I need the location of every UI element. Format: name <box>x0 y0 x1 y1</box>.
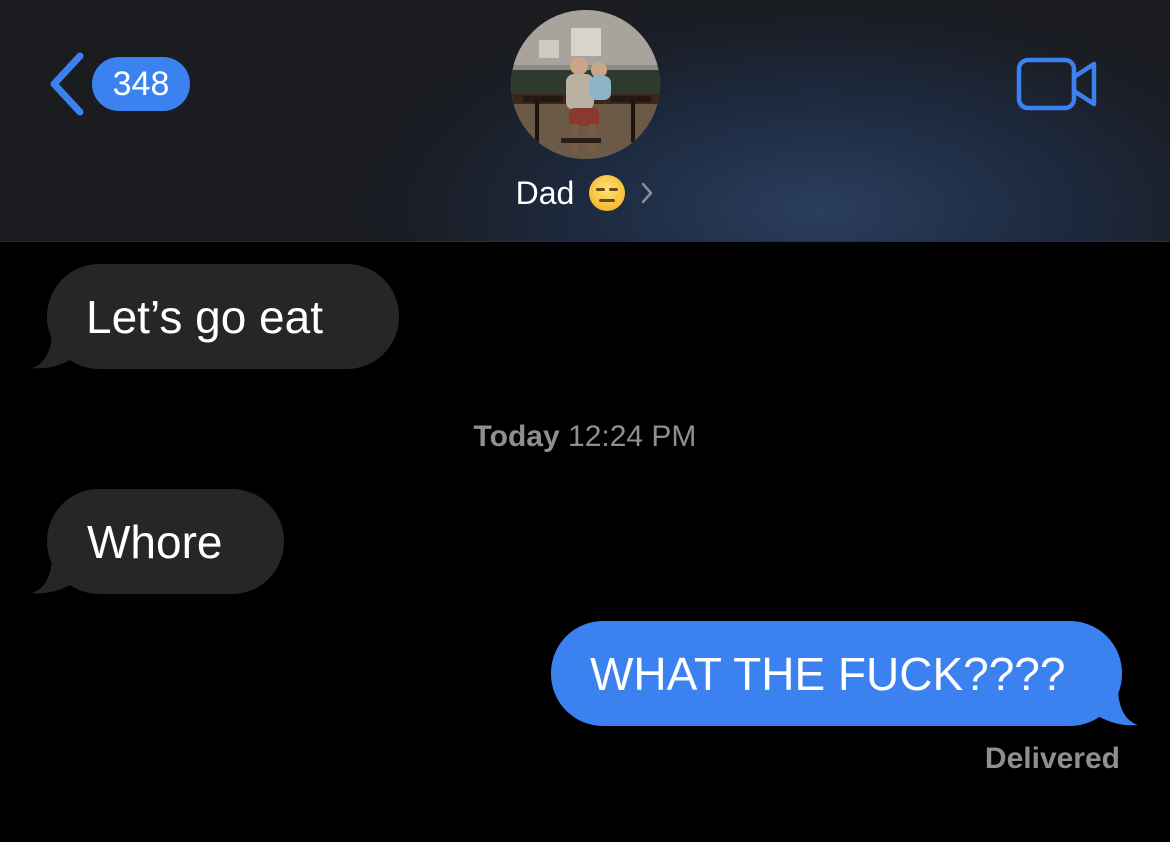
video-camera-icon <box>1016 57 1097 111</box>
expressionless-face-emoji <box>589 175 626 211</box>
contact-name: Dad <box>515 174 575 211</box>
message-bubble-outgoing[interactable]: WHAT THE FUCK???? <box>551 621 1122 726</box>
unread-count-badge: 348 <box>92 57 190 111</box>
message-bubble-incoming[interactable]: Let’s go eat <box>47 264 399 369</box>
timestamp-day: Today <box>473 420 560 453</box>
message-timestamp: Today 12:24 PM <box>0 420 1170 454</box>
timestamp-time: 12:24 PM <box>568 420 697 453</box>
message-text: WHAT THE FUCK???? <box>590 647 1066 700</box>
conversation-header: 348 Dad <box>0 0 1170 242</box>
delivery-status: Delivered <box>984 742 1120 775</box>
message-text: Let’s go eat <box>86 290 324 343</box>
chevron-left-icon <box>50 52 84 116</box>
back-button[interactable]: 348 <box>46 52 190 116</box>
chevron-right-icon <box>642 182 653 204</box>
message-text: Whore <box>87 515 223 568</box>
contact-avatar[interactable] <box>511 10 660 159</box>
message-bubble-incoming[interactable]: Whore <box>47 489 284 594</box>
contact-photo <box>511 10 660 159</box>
facetime-video-button[interactable] <box>1016 56 1098 117</box>
contact-details-button[interactable]: Dad <box>0 168 1170 218</box>
